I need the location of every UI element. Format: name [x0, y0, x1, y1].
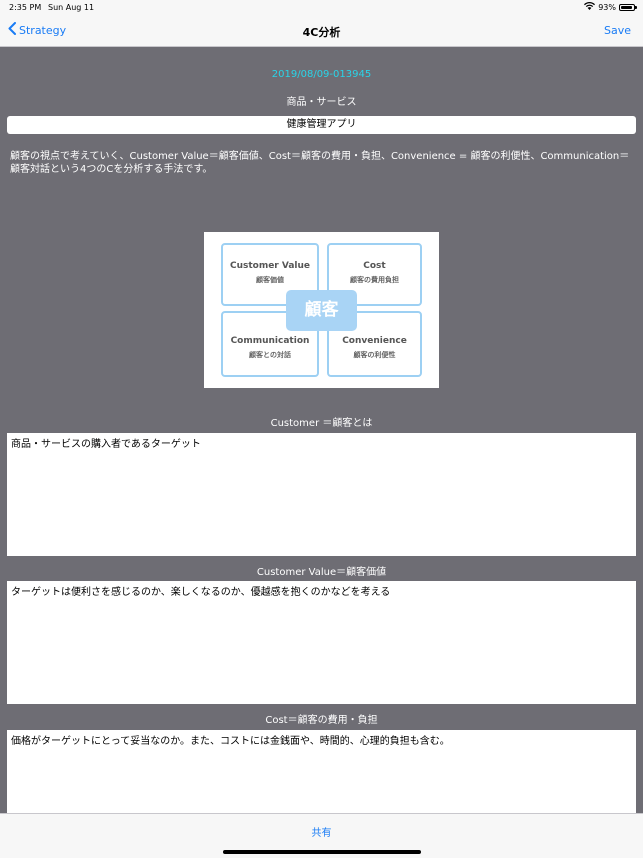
status-right: 93%	[584, 2, 637, 12]
status-date: Sun Aug 11	[48, 3, 95, 12]
description-text: 顧客の視点で考えていく、Customer Value＝顧客価値、Cost＝顧客の…	[10, 151, 630, 175]
diagram-box-title: Customer Value	[229, 261, 311, 271]
save-button[interactable]: Save	[604, 24, 631, 37]
page-title: 4C分析	[302, 26, 341, 39]
customer-textarea[interactable]: 商品・サービスの購入者であるターゲット	[7, 433, 636, 556]
diagram-box-subtitle: 顧客価値	[256, 276, 284, 284]
document-id: 2019/08/09-013945	[271, 69, 372, 80]
home-indicator	[223, 850, 421, 854]
battery-percent: 93%	[598, 2, 616, 12]
diagram-box-title: Communication	[230, 336, 310, 346]
diagram-box-subtitle: 顧客との対話	[249, 351, 291, 359]
cost-textarea[interactable]: 価格がターゲットにとって妥当なのか。また、コストには金銭面や、時間的、心理的負担…	[7, 730, 636, 813]
diagram-box-subtitle: 顧客の利便性	[353, 351, 396, 359]
diagram-box-subtitle: 顧客の費用負担	[350, 276, 399, 284]
4c-diagram: Customer Value 顧客価値 Cost 顧客の費用負担 Communi…	[204, 232, 439, 388]
share-button[interactable]: 共有	[0, 824, 643, 839]
section-label-customer-value: Customer Value＝顧客価値	[256, 567, 387, 578]
diagram-box-title: Convenience	[342, 336, 407, 346]
bottom-toolbar: 共有	[0, 813, 643, 858]
diagram-box-title: Cost	[363, 261, 386, 271]
battery-icon	[619, 3, 637, 11]
product-input[interactable]	[7, 116, 636, 134]
status-time: 2:35 PM	[9, 3, 42, 12]
section-label-cost: Cost＝顧客の費用・負担	[265, 715, 378, 726]
product-label: 商品・サービス	[286, 97, 357, 108]
navigation-bar: Strategy 4C分析 Save	[0, 14, 643, 47]
status-bar: 2:35 PM Sun Aug 11 93%	[0, 0, 643, 14]
customer-value-textarea[interactable]: ターゲットは便利さを感じるのか、楽しくなるのか、優越感を抱くのかなどを考える	[7, 581, 636, 704]
diagram-center-badge: 顧客	[286, 290, 357, 331]
section-label-customer: Customer ＝顧客とは	[270, 418, 373, 429]
wifi-icon	[584, 2, 596, 12]
